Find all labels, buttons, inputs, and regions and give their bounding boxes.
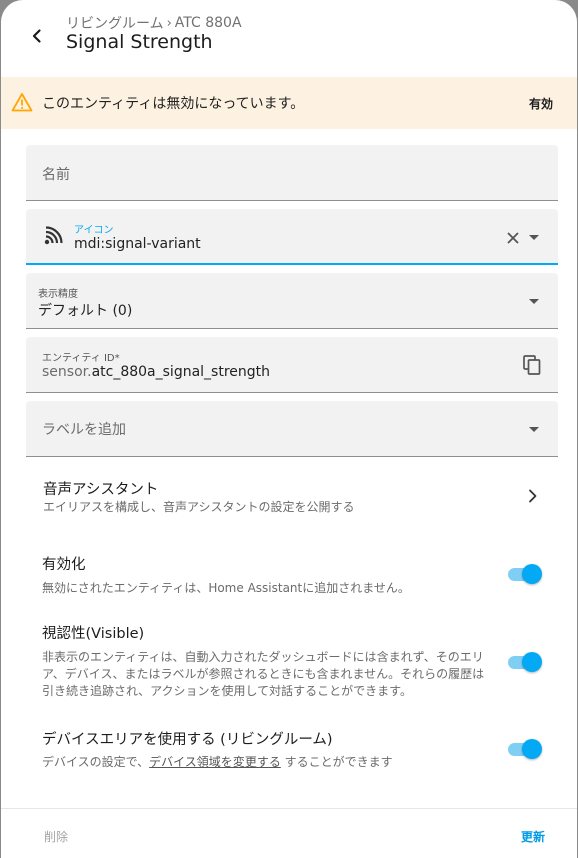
device-area-subtitle: デバイスの設定で、デバイス領域を変更する することができます [42, 754, 393, 771]
copy-icon[interactable] [523, 355, 541, 375]
dropdown-arrow-icon[interactable] [529, 299, 539, 304]
device-area-subtitle-before: デバイスの設定で、 [42, 755, 150, 769]
voice-assistant-row[interactable]: 音声アシスタント エイリアスを構成し、音声アシスタントの設定を公開する [26, 470, 558, 526]
voice-assistant-subtitle: エイリアスを構成し、音声アシスタントの設定を公開する [43, 500, 355, 514]
breadcrumb-device: ATC 880A [174, 15, 242, 31]
visible-toggle[interactable] [506, 651, 542, 673]
name-placeholder: 名前 [42, 167, 70, 183]
dropdown-arrow-icon[interactable] [529, 427, 539, 432]
entity-settings-dialog: リビングルーム › ATC 880A Signal Strength このエンテ… [1, 0, 577, 858]
warning-text: このエンティティは無効になっています。 [42, 96, 305, 112]
voice-assistant-title: 音声アシスタント [43, 482, 159, 498]
dropdown-arrow-icon[interactable] [529, 235, 539, 240]
breadcrumb: リビングルーム › ATC 880A [66, 13, 242, 33]
chevron-right-icon [529, 489, 537, 503]
dialog-header: リビングルーム › ATC 880A Signal Strength [1, 0, 577, 72]
icon-field-value: mdi:signal-variant [74, 236, 201, 252]
clear-icon[interactable] [507, 232, 519, 244]
visible-subtitle: 非表示のエンティティは、自動入力されたダッシュボードには含まれず、そのエリア、デ… [42, 650, 485, 698]
entity-id-value: sensor.atc_880a_signal_strength [42, 364, 270, 380]
warning-icon [11, 93, 33, 112]
breadcrumb-area: リビングルーム [66, 16, 164, 32]
device-area-title: デバイスエリアを使用する (リビングルーム) [42, 732, 333, 748]
display-precision-select[interactable]: 表示精度 デフォルト (0) [26, 273, 558, 329]
entity-id-field[interactable]: エンティティ ID* sensor.atc_880a_signal_streng… [26, 337, 558, 393]
entity-id-label: エンティティ ID* [42, 353, 120, 364]
device-area-toggle[interactable] [506, 738, 542, 760]
signal-variant-icon [44, 226, 63, 245]
toggle-thumb [522, 564, 542, 584]
enabled-toggle[interactable] [506, 563, 542, 585]
visible-title: 視認性(Visible) [42, 626, 145, 642]
enabled-title: 有効化 [42, 557, 86, 573]
dialog-footer: 削除 更新 [1, 808, 577, 858]
page-title: Signal Strength [66, 31, 213, 53]
labels-select[interactable]: ラベルを追加 [26, 401, 558, 457]
precision-value: デフォルト (0) [38, 303, 133, 319]
back-button[interactable] [21, 20, 53, 52]
icon-field[interactable]: アイコン mdi:signal-variant [26, 209, 558, 265]
update-button[interactable]: 更新 [521, 828, 545, 845]
labels-placeholder: ラベルを追加 [42, 422, 126, 438]
enabled-subtitle: 無効にされたエンティティは、Home Assistantに追加されません。 [42, 581, 410, 595]
toggle-thumb [522, 739, 542, 759]
toggle-thumb [522, 652, 542, 672]
enable-button[interactable]: 有効 [529, 95, 553, 112]
chevron-right-icon: › [166, 15, 172, 31]
entity-id-prefix: sensor. [42, 364, 92, 380]
name-field[interactable]: 名前 [26, 145, 558, 201]
delete-button[interactable]: 削除 [44, 828, 68, 845]
change-device-area-link[interactable]: デバイス領域を変更する [149, 755, 281, 769]
device-area-subtitle-after: することができます [280, 755, 393, 769]
icon-field-label: アイコン [74, 225, 114, 236]
entity-id-object-id: atc_880a_signal_strength [91, 364, 271, 380]
disabled-warning-banner: このエンティティは無効になっています。 有効 [1, 77, 577, 129]
precision-label: 表示精度 [38, 289, 78, 300]
chevron-left-icon [32, 29, 41, 43]
